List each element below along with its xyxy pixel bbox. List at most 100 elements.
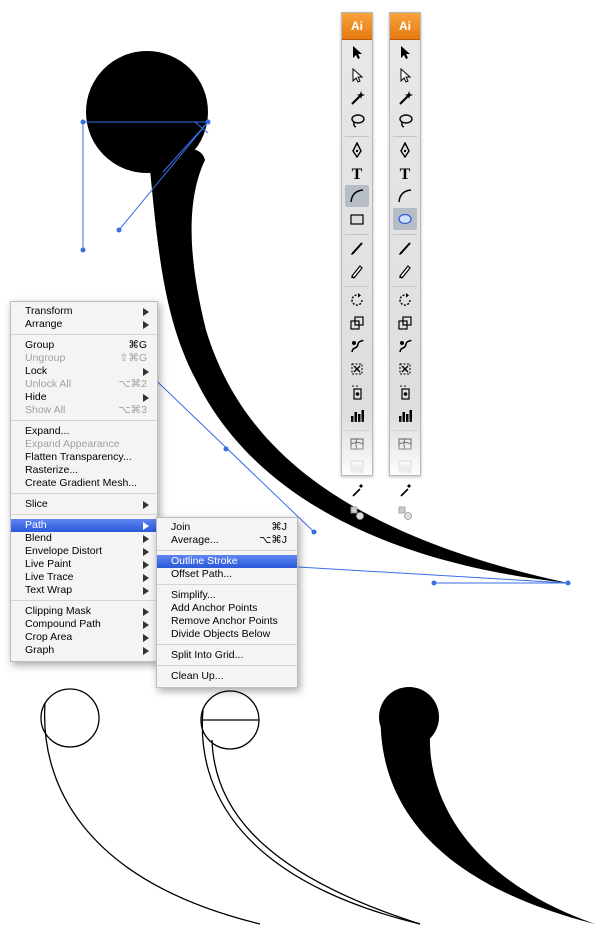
menu-item-slice[interactable]: Slice xyxy=(11,498,157,511)
menu-item-label: Slice xyxy=(25,498,48,510)
magic-wand-tool[interactable] xyxy=(393,87,417,109)
menu-item-expand[interactable]: Expand... xyxy=(11,425,157,438)
free-transform-tool[interactable] xyxy=(345,358,369,380)
menu-shortcut: ⌘G xyxy=(128,339,147,351)
menu-item-group[interactable]: Group ⌘G xyxy=(11,339,157,352)
symbol-sprayer-tool[interactable] xyxy=(393,381,417,403)
paintbrush-tool[interactable] xyxy=(345,237,369,259)
magic-wand-icon xyxy=(399,91,413,105)
menu-item-label: Crop Area xyxy=(25,631,73,643)
ellipse-tool[interactable] xyxy=(393,208,417,230)
selection-arrow-icon xyxy=(401,46,410,59)
menu-item-live-trace[interactable]: Live Trace xyxy=(11,571,157,584)
path-menu-item-remove-anchor-points[interactable]: Remove Anchor Points xyxy=(157,615,297,628)
arc-tool[interactable] xyxy=(345,185,369,207)
free-transform-tool[interactable] xyxy=(393,358,417,380)
pencil-icon xyxy=(351,265,363,279)
menu-item-label: Expand Appearance xyxy=(25,438,120,450)
menu-item-hide[interactable]: Hide xyxy=(11,391,157,404)
menu-item-live-paint[interactable]: Live Paint xyxy=(11,558,157,571)
eyedropper-tool[interactable] xyxy=(345,479,369,501)
menu-item-transform[interactable]: Transform xyxy=(11,305,157,318)
direct-selection-arrow-icon xyxy=(400,67,412,83)
pen-tool[interactable] xyxy=(393,139,417,161)
path-menu-item-split-into-grid[interactable]: Split Into Grid... xyxy=(157,649,297,662)
scale-icon xyxy=(398,316,412,330)
menu-item-compound-path[interactable]: Compound Path xyxy=(11,618,157,631)
menu-item-label: Live Paint xyxy=(25,558,72,570)
paintbrush-tool[interactable] xyxy=(393,237,417,259)
warp-icon xyxy=(351,339,364,353)
svg-text:T: T xyxy=(352,166,363,181)
menu-item-label: Blend xyxy=(25,532,52,544)
path-menu-item-simplify[interactable]: Simplify... xyxy=(157,589,297,602)
menu-item-crop-area[interactable]: Crop Area xyxy=(11,631,157,644)
rotate-tool[interactable] xyxy=(345,289,369,311)
menu-item-lock[interactable]: Lock xyxy=(11,365,157,378)
submenu-arrow-icon xyxy=(143,561,149,569)
menu-item-clipping-mask[interactable]: Clipping Mask xyxy=(11,605,157,618)
menu-item-path[interactable]: Path xyxy=(11,519,157,532)
menu-separator xyxy=(11,600,157,601)
menu-item-label: Text Wrap xyxy=(25,584,73,596)
warp-tool[interactable] xyxy=(393,335,417,357)
menu-item-flatten-transparency[interactable]: Flatten Transparency... xyxy=(11,451,157,464)
type-tool[interactable]: T xyxy=(345,162,369,184)
menu-item-text-wrap[interactable]: Text Wrap xyxy=(11,584,157,597)
pen-tool[interactable] xyxy=(345,139,369,161)
scale-tool[interactable] xyxy=(393,312,417,334)
menu-item-label: Live Trace xyxy=(25,571,74,583)
tools-panel-1: Ai T xyxy=(341,12,373,520)
tools-panel-2: Ai T xyxy=(389,12,421,520)
magic-wand-tool[interactable] xyxy=(345,87,369,109)
scale-tool[interactable] xyxy=(345,312,369,334)
menu-item-label: Unlock All xyxy=(25,378,72,390)
menu-item-create-gradient-mesh[interactable]: Create Gradient Mesh... xyxy=(11,477,157,490)
selection-arrow-tool[interactable] xyxy=(345,41,369,63)
selection-arrow-tool[interactable] xyxy=(393,41,417,63)
eyedropper-tool[interactable] xyxy=(393,479,417,501)
path-submenu: Join ⌘J Average... ⌥⌘J Outline Stroke Offset … xyxy=(156,517,298,688)
warp-tool[interactable] xyxy=(345,335,369,357)
rectangle-tool[interactable] xyxy=(345,208,369,230)
eyedropper-icon xyxy=(400,484,411,497)
menu-item-show-all: Show All ⌥⌘3 xyxy=(11,404,157,417)
menu-item-arrange[interactable]: Arrange xyxy=(11,318,157,331)
large-brush-shape[interactable] xyxy=(86,51,568,583)
menu-item-label: Path xyxy=(25,519,47,531)
blend-icon xyxy=(350,506,364,520)
lasso-tool[interactable] xyxy=(393,110,417,132)
menu-item-label: Remove Anchor Points xyxy=(171,615,278,627)
path-menu-item-join[interactable]: Join ⌘J xyxy=(157,521,297,534)
blend-tool[interactable] xyxy=(345,502,369,524)
pencil-tool[interactable] xyxy=(393,260,417,282)
path-menu-item-clean-up[interactable]: Clean Up... xyxy=(157,670,297,683)
menu-item-graph[interactable]: Graph xyxy=(11,644,157,657)
lasso-tool[interactable] xyxy=(345,110,369,132)
symbol-sprayer-tool[interactable] xyxy=(345,381,369,403)
blend-tool[interactable] xyxy=(393,502,417,524)
menu-separator xyxy=(11,493,157,494)
direct-selection-arrow-tool[interactable] xyxy=(393,64,417,86)
path-menu-item-add-anchor-points[interactable]: Add Anchor Points xyxy=(157,602,297,615)
path-menu-item-offset-path[interactable]: Offset Path... xyxy=(157,568,297,581)
menu-item-label: Transform xyxy=(25,305,73,317)
menu-item-blend[interactable]: Blend xyxy=(11,532,157,545)
menu-item-label: Lock xyxy=(25,365,48,377)
direct-selection-arrow-tool[interactable] xyxy=(345,64,369,86)
type-tool[interactable]: T xyxy=(393,162,417,184)
menu-item-label: Split Into Grid... xyxy=(171,649,244,661)
menu-item-rasterize[interactable]: Rasterize... xyxy=(11,464,157,477)
menu-item-envelope-distort[interactable]: Envelope Distort xyxy=(11,545,157,558)
path-menu-item-average[interactable]: Average... ⌥⌘J xyxy=(157,534,297,547)
path-menu-item-outline-stroke[interactable]: Outline Stroke xyxy=(157,555,297,568)
rotate-tool[interactable] xyxy=(393,289,417,311)
submenu-arrow-icon xyxy=(143,574,149,582)
pencil-tool[interactable] xyxy=(345,260,369,282)
submenu-arrow-icon xyxy=(143,535,149,543)
path-menu-item-divide-objects-below[interactable]: Divide Objects Below xyxy=(157,628,297,641)
arc-tool[interactable] xyxy=(393,185,417,207)
lasso-icon xyxy=(351,114,365,128)
paintbrush-icon xyxy=(399,242,411,255)
symbol-sprayer-icon xyxy=(400,385,410,400)
